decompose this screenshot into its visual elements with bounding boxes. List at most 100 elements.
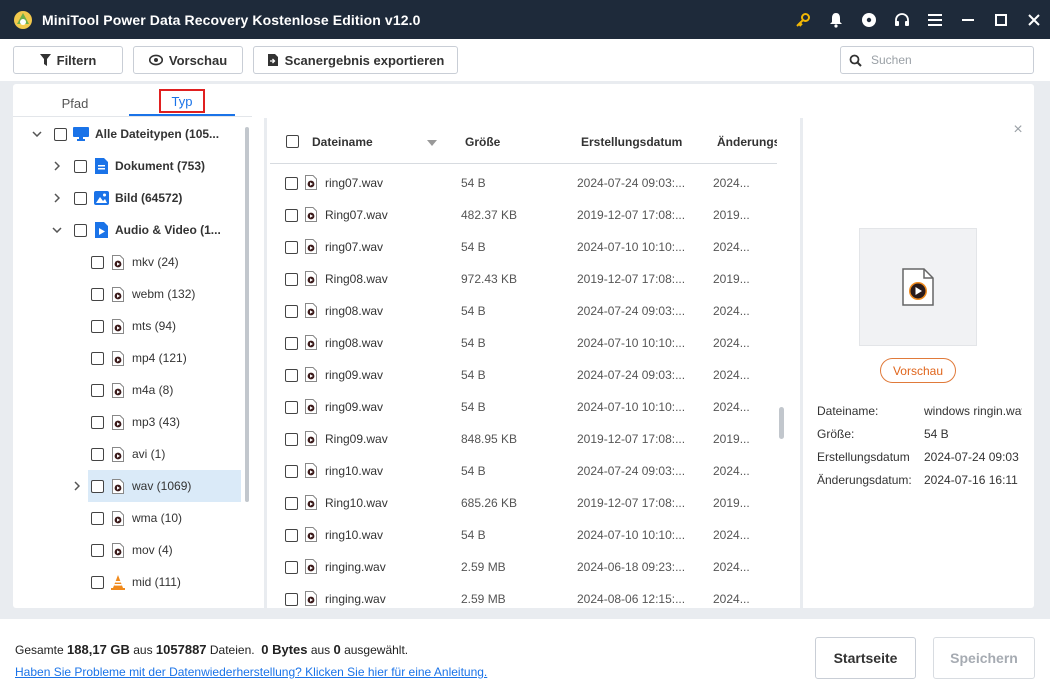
row-checkbox[interactable]: [285, 465, 298, 478]
chevron-down-icon[interactable]: [30, 127, 44, 141]
close-window-icon[interactable]: [1017, 0, 1050, 39]
row-checkbox[interactable]: [285, 241, 298, 254]
export-button[interactable]: Scanergebnis exportieren: [253, 46, 458, 74]
checkbox[interactable]: [91, 543, 104, 557]
preview-file-button[interactable]: Vorschau: [880, 358, 956, 383]
table-row[interactable]: ring08.wav 54 B 2024-07-24 09:03:... 2024..…: [270, 295, 777, 327]
tree-item-avi[interactable]: avi (1): [88, 438, 241, 470]
file-list-scrollbar[interactable]: [779, 407, 784, 439]
row-checkbox[interactable]: [285, 561, 298, 574]
tree-item-label: Alle Dateitypen (105...: [95, 127, 220, 141]
home-button[interactable]: Startseite: [815, 637, 916, 679]
table-row[interactable]: ring09.wav 54 B 2024-07-24 09:03:... 2024..…: [270, 359, 777, 391]
file-name: ring07.wav: [325, 176, 384, 190]
checkbox[interactable]: [74, 159, 87, 173]
file-created: 2024-07-10 10:10:...: [577, 528, 686, 542]
row-checkbox[interactable]: [285, 497, 298, 510]
tab-path[interactable]: Pfad: [30, 90, 120, 116]
tree-item-m4a[interactable]: m4a (8): [88, 374, 241, 406]
chevron-down-icon[interactable]: [50, 223, 64, 237]
table-row[interactable]: ring07.wav 54 B 2024-07-10 10:10:... 2024..…: [270, 231, 777, 263]
row-checkbox[interactable]: [285, 337, 298, 350]
table-row[interactable]: Ring08.wav 972.43 KB 2019-12-07 17:08:... 2…: [270, 263, 777, 295]
row-checkbox[interactable]: [285, 529, 298, 542]
sort-desc-icon[interactable]: [427, 135, 437, 149]
tree-item-all-types[interactable]: Alle Dateitypen (105...: [30, 118, 245, 150]
checkbox[interactable]: [91, 447, 104, 461]
checkbox[interactable]: [54, 127, 67, 141]
tree-item-mp3[interactable]: mp3 (43): [88, 406, 241, 438]
tree-item-document[interactable]: Dokument (753): [50, 150, 245, 182]
table-row[interactable]: ringing.wav 2.59 MB 2024-08-06 12:15:... 20…: [270, 583, 777, 607]
panel-divider: [800, 118, 803, 608]
filter-button[interactable]: Filtern: [13, 46, 123, 74]
table-row[interactable]: Ring09.wav 848.95 KB 2019-12-07 17:08:... 2…: [270, 423, 777, 455]
chevron-right-icon[interactable]: [50, 191, 64, 205]
tree-item-mp4[interactable]: mp4 (121): [88, 342, 241, 374]
column-name[interactable]: Dateiname: [312, 120, 422, 164]
column-created[interactable]: Erstellungsdatum: [581, 120, 707, 164]
row-checkbox[interactable]: [285, 433, 298, 446]
bell-icon[interactable]: [819, 0, 852, 39]
save-button[interactable]: Speichern: [933, 637, 1035, 679]
table-row[interactable]: Ring07.wav 482.37 KB 2019-12-07 17:08:... 2…: [270, 199, 777, 231]
tree-item-wav[interactable]: wav (1069): [88, 470, 241, 502]
column-size[interactable]: Größe: [465, 120, 565, 164]
video-file-icon: [110, 318, 126, 334]
headset-icon[interactable]: [885, 0, 918, 39]
info-value-size: 54 B: [924, 427, 949, 441]
menu-icon[interactable]: [918, 0, 951, 39]
maximize-icon[interactable]: [984, 0, 1017, 39]
tab-type[interactable]: Typ: [159, 89, 205, 113]
tree-item-mkv[interactable]: mkv (24): [88, 246, 241, 278]
preview-button[interactable]: Vorschau: [133, 46, 243, 74]
tree-item-webm[interactable]: webm (132): [88, 278, 241, 310]
row-checkbox[interactable]: [285, 177, 298, 190]
tree-item-wma[interactable]: wma (10): [88, 502, 241, 534]
table-row[interactable]: ring08.wav 54 B 2024-07-10 10:10:... 2024..…: [270, 327, 777, 359]
table-row[interactable]: ring10.wav 54 B 2024-07-24 09:03:... 2024..…: [270, 455, 777, 487]
checkbox[interactable]: [91, 479, 104, 493]
file-created: 2019-12-07 17:08:...: [577, 496, 686, 510]
checkbox[interactable]: [91, 511, 104, 525]
row-checkbox[interactable]: [285, 401, 298, 414]
checkbox[interactable]: [91, 319, 104, 333]
chevron-right-icon[interactable]: [50, 159, 64, 173]
row-checkbox[interactable]: [285, 273, 298, 286]
tree-item-mov[interactable]: mov (4): [88, 534, 241, 566]
tree-item-audio-video[interactable]: Audio & Video (1...: [50, 214, 245, 246]
checkbox[interactable]: [91, 383, 104, 397]
checkbox[interactable]: [91, 255, 104, 269]
checkbox[interactable]: [91, 287, 104, 301]
checkbox[interactable]: [74, 191, 87, 205]
help-link[interactable]: Haben Sie Probleme mit der Datenwiederhe…: [15, 665, 487, 679]
selected-size: 0 Bytes: [261, 642, 308, 657]
tree-item-mid[interactable]: mid (111): [88, 566, 241, 598]
close-preview-icon[interactable]: ×: [1010, 122, 1026, 138]
select-all-checkbox[interactable]: [286, 135, 299, 148]
search-input[interactable]: [871, 53, 1021, 67]
column-modified[interactable]: Änderungs: [717, 120, 777, 164]
audio-file-icon: [305, 463, 317, 481]
row-checkbox[interactable]: [285, 369, 298, 382]
chevron-right-icon[interactable]: [70, 479, 84, 493]
table-row[interactable]: Ring10.wav 685.26 KB 2019-12-07 17:08:... 2…: [270, 487, 777, 519]
table-row[interactable]: ring07.wav 54 B 2024-07-24 09:03:... 2024..…: [270, 167, 777, 199]
table-row[interactable]: ringing.wav 2.59 MB 2024-06-18 09:23:... 20…: [270, 551, 777, 583]
checkbox[interactable]: [91, 575, 104, 589]
tree-item-image[interactable]: Bild (64572): [50, 182, 245, 214]
minimize-icon[interactable]: [951, 0, 984, 39]
table-row[interactable]: ring09.wav 54 B 2024-07-10 10:10:... 2024..…: [270, 391, 777, 423]
checkbox[interactable]: [91, 415, 104, 429]
file-name: Ring09.wav: [325, 432, 388, 446]
tree-scrollbar[interactable]: [245, 127, 249, 502]
row-checkbox[interactable]: [285, 305, 298, 318]
row-checkbox[interactable]: [285, 593, 298, 606]
tree-item-mts[interactable]: mts (94): [88, 310, 241, 342]
key-icon[interactable]: [786, 0, 819, 39]
table-row[interactable]: ring10.wav 54 B 2024-07-10 10:10:... 2024..…: [270, 519, 777, 551]
row-checkbox[interactable]: [285, 209, 298, 222]
checkbox[interactable]: [91, 351, 104, 365]
disc-icon[interactable]: [852, 0, 885, 39]
checkbox[interactable]: [74, 223, 87, 237]
